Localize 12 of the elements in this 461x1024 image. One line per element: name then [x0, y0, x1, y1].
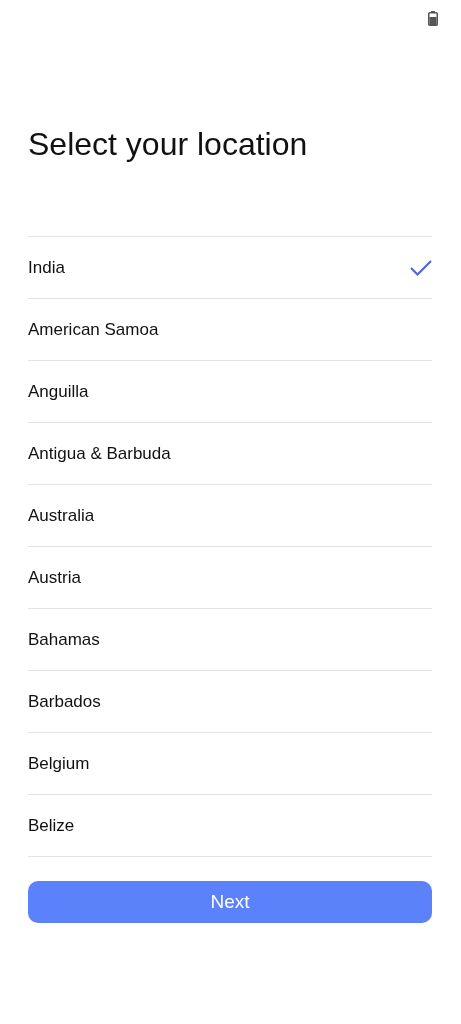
- location-name[interactable]: Australia: [28, 505, 95, 526]
- location-name[interactable]: Barbados: [28, 691, 101, 712]
- location-name[interactable]: Belize: [28, 815, 75, 836]
- location-name[interactable]: Belgium: [28, 753, 90, 774]
- location-name[interactable]: Austria: [28, 567, 81, 588]
- page-title: Select your location: [28, 125, 308, 164]
- location-name[interactable]: American Samoa: [28, 319, 159, 340]
- location-name[interactable]: Antigua & Barbuda: [28, 443, 171, 464]
- location-name[interactable]: Bahamas: [28, 629, 100, 650]
- battery-icon: [428, 11, 438, 26]
- location-name[interactable]: Anguilla: [28, 381, 89, 402]
- location-name[interactable]: India: [28, 257, 65, 278]
